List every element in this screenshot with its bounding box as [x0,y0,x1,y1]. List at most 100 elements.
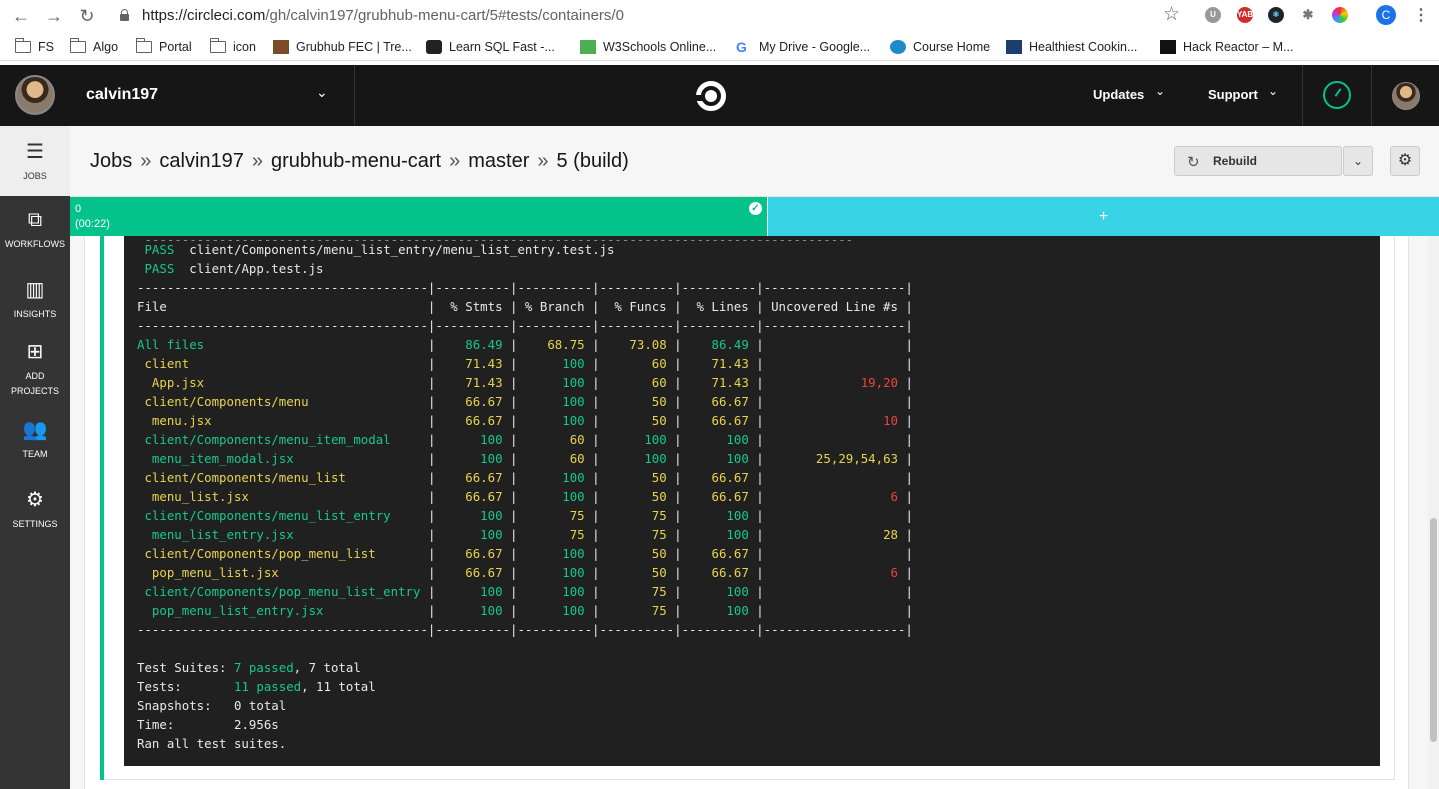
column-separator: | [674,356,682,371]
extension-color-icon[interactable] [1332,7,1348,23]
step-success-indicator [100,236,104,780]
workflows-icon: ⧉ [27,209,43,231]
bookmark-w3schools[interactable]: W3Schools Online... [580,39,716,55]
extension-yab-icon[interactable]: YAB [1237,7,1253,23]
pass-line: PASS client/Components/menu_list_entry/m… [144,242,615,257]
rebuild-dropdown-button[interactable]: ⌄ [1343,146,1373,176]
column-separator: | [674,413,682,428]
column-separator: | [756,337,764,352]
left-sidebar: ☰ JOBS ⧉ WORKFLOWS ▥ INSIGHTS ⊞ ADD PROJ… [0,126,70,789]
coverage-uncovered: 19,20 [763,375,906,390]
browser-menu-icon[interactable]: ⋮ [1413,5,1429,25]
coverage-funcs: 75 [599,527,675,542]
bookmark-healthiest-cooking[interactable]: Healthiest Cookin... [1006,39,1137,55]
summary-line: Tests: 11 passed, 11 total [137,677,376,696]
updates-menu[interactable]: Updates [1093,87,1144,102]
back-icon[interactable]: ← [10,5,32,27]
sidebar-item-team[interactable]: 👥 TEAM [0,418,70,468]
table-divider: ---------------------------------------|… [137,622,913,637]
breadcrumb-jobs[interactable]: Jobs [90,150,132,172]
coverage-uncovered [764,394,906,409]
support-menu[interactable]: Support [1208,87,1258,102]
column-separator: | [905,432,913,447]
extension-bug-icon[interactable]: ✱ [1300,7,1316,23]
column-separator: | [674,432,682,447]
coverage-branch: 100 [517,375,593,390]
coverage-funcs: 60 [599,356,675,371]
bookmark-portal[interactable]: Portal [135,38,192,55]
coverage-uncovered [764,546,906,561]
column-separator: | [905,375,913,390]
bookmark-course-home[interactable]: Course Home [890,39,990,55]
summary-line: Snapshots: 0 total [137,696,286,715]
org-avatar[interactable] [15,75,55,115]
bookmark-my-drive[interactable]: G My Drive - Google... [736,39,870,55]
coverage-funcs: 75 [599,508,675,523]
coverage-file: client/Components/menu_list [137,470,428,485]
coverage-stmts: 100 [435,527,511,542]
sidebar-item-jobs[interactable]: ☰ JOBS [0,126,70,196]
coverage-uncovered [764,470,906,485]
coverage-stmts: 100 [435,451,511,466]
coverage-file: client/Components/menu_list_entry [137,508,428,523]
reload-icon[interactable]: ↻ [76,5,98,27]
column-separator: | [756,413,764,428]
header-divider [1371,65,1372,126]
column-separator: | [756,451,764,466]
column-separator: | [905,356,913,371]
url-text[interactable]: https://circleci.com/gh/calvin197/grubhu… [142,7,624,24]
chevron-down-icon[interactable]: ⌄ [316,84,328,101]
bookmark-star-icon[interactable]: ☆ [1163,3,1180,26]
sidebar-item-insights[interactable]: ▥ INSIGHTS [0,278,70,336]
scrollbar-thumb[interactable] [1430,518,1437,742]
breadcrumb-branch[interactable]: master [468,150,529,172]
rebuild-button[interactable]: ↻ Rebuild [1174,146,1342,176]
bookmark-fs[interactable]: FS [14,38,54,55]
user-avatar[interactable] [1392,82,1420,110]
bookmark-grubhub-fec[interactable]: Grubhub FEC | Tre... [273,39,412,55]
breadcrumb-org[interactable]: calvin197 [159,150,244,172]
sql-favicon-icon [426,40,442,54]
coverage-lines: 66.67 [681,413,757,428]
org-name[interactable]: calvin197 [86,86,158,104]
extension-react-icon[interactable]: ⚛ [1268,7,1284,23]
coverage-lines: 100 [681,451,757,466]
coverage-funcs: 50 [599,565,675,580]
folder-icon [69,38,86,53]
forward-icon[interactable]: → [43,5,65,27]
coverage-lines: 66.67 [681,394,757,409]
profile-avatar[interactable]: C [1376,5,1396,25]
breadcrumb-project[interactable]: grubhub-menu-cart [271,150,441,172]
coverage-funcs: 50 [599,489,675,504]
coverage-branch: 100 [517,413,593,428]
summary-label: Snapshots: [137,698,234,713]
coverage-uncovered [764,603,906,618]
column-separator: | [905,527,913,542]
bookmark-hack-reactor[interactable]: Hack Reactor – M... [1160,39,1293,55]
container-0-tab[interactable]: 0 (00:22) ✓ [70,197,767,236]
column-separator: | [756,394,764,409]
column-separator: | [674,546,682,561]
coverage-lines: 100 [681,432,757,447]
coverage-funcs: 50 [599,546,675,561]
status-gauge-icon[interactable] [1323,81,1351,109]
column-separator: | [592,470,600,485]
chevron-down-icon[interactable]: ⌄ [1268,84,1278,98]
summary-label: Time: [137,717,234,732]
bookmark-learn-sql[interactable]: Learn SQL Fast -... [426,39,555,55]
column-separator: | [756,375,764,390]
add-container-button[interactable]: + [768,197,1439,236]
address-bar[interactable]: https://circleci.com/gh/calvin197/grubhu… [108,3,1193,28]
sidebar-item-workflows[interactable]: ⧉ WORKFLOWS [0,208,70,266]
extension-ublock-icon[interactable]: U [1205,7,1221,23]
coverage-row: client/Components/menu_list | 66.67 | 10… [137,468,912,487]
sidebar-item-settings[interactable]: ⚙ SETTINGS [0,488,70,538]
sidebar-item-add-projects[interactable]: ⊞ ADD PROJECTS [0,340,70,400]
column-separator: | [592,413,600,428]
chevron-down-icon[interactable]: ⌄ [1155,84,1165,98]
bookmark-icon[interactable]: icon [209,38,256,55]
circleci-logo-icon[interactable] [695,81,726,111]
project-settings-button[interactable]: ⚙ [1390,146,1420,176]
bookmark-algo[interactable]: Algo [69,38,118,55]
column-separator: | [905,565,913,580]
